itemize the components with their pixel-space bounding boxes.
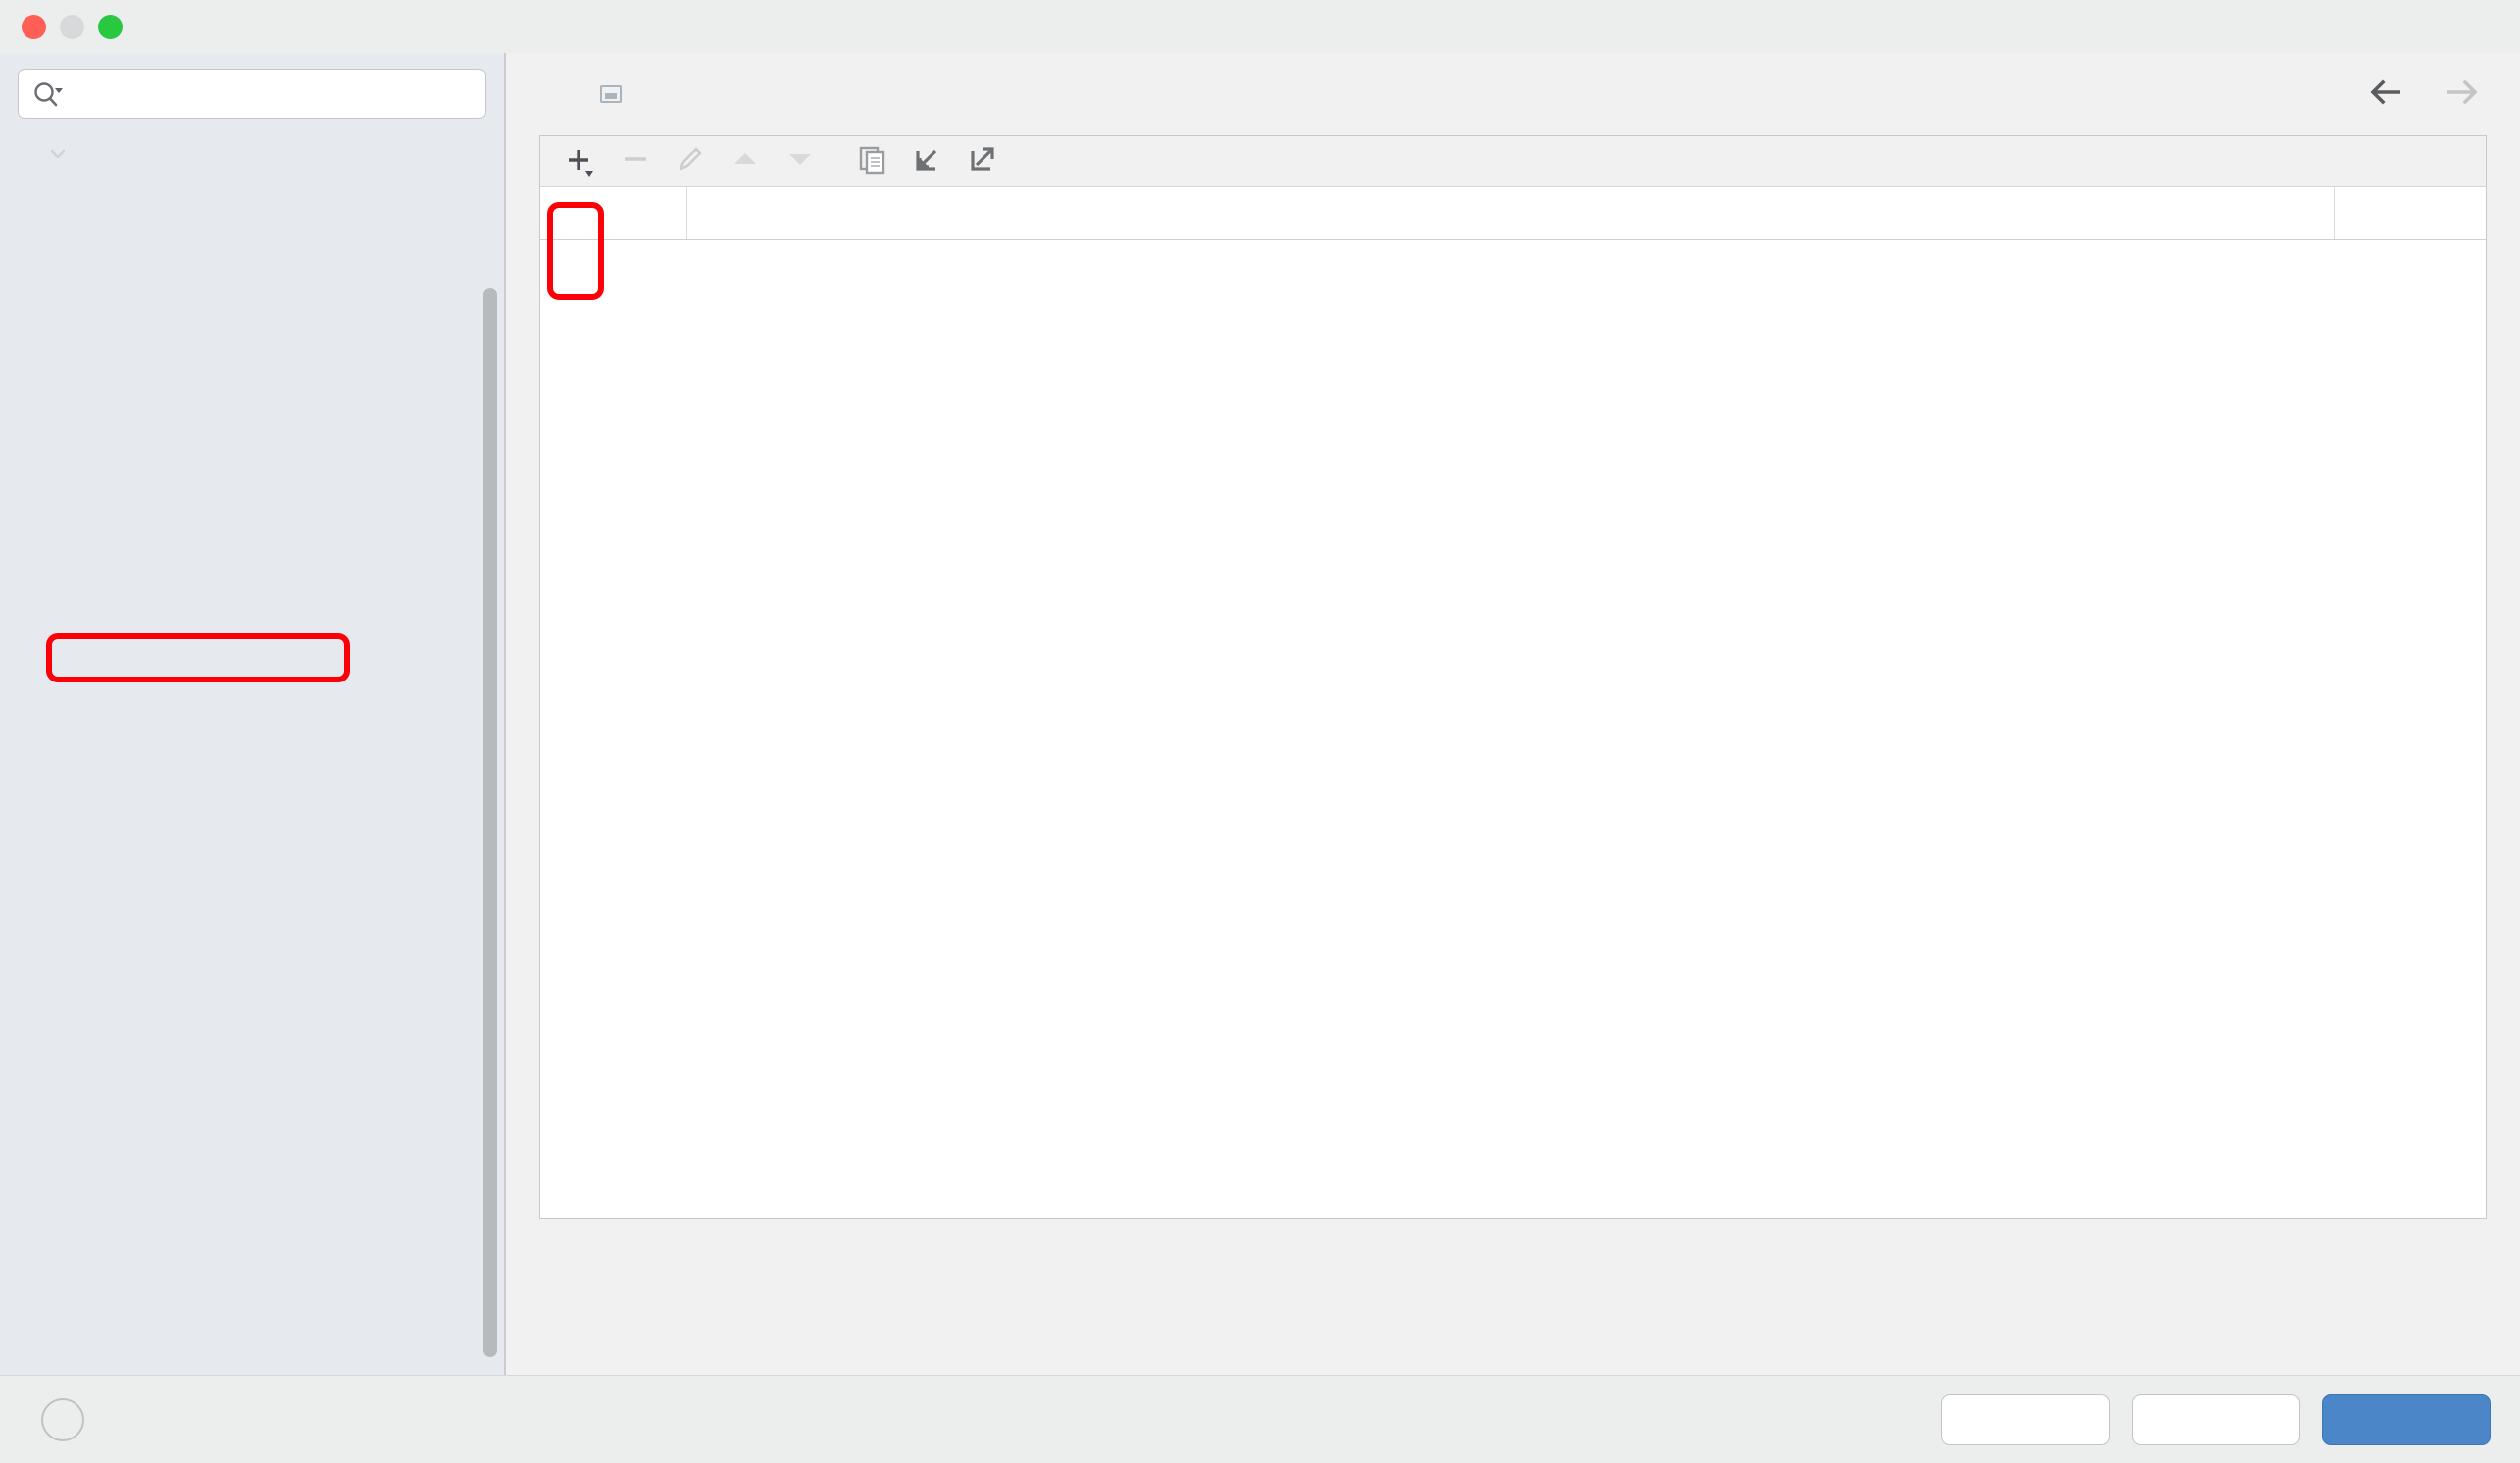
sidebar-item-editor[interactable] <box>0 130 504 177</box>
add-watcher-button[interactable] <box>556 140 605 183</box>
column-header-enabled[interactable] <box>540 187 687 239</box>
import-watchers-button[interactable] <box>903 140 952 183</box>
plus-icon <box>563 144 598 179</box>
table-header <box>540 187 2486 240</box>
breadcrumb <box>539 53 2487 135</box>
settings-sidebar <box>0 53 506 1375</box>
export-icon <box>967 143 998 179</box>
minimize-button[interactable] <box>60 15 84 39</box>
column-header-name[interactable] <box>687 187 2335 239</box>
export-watchers-button[interactable] <box>958 140 1007 183</box>
zoom-button[interactable] <box>98 15 123 39</box>
dialog-footer <box>0 1375 2520 1463</box>
remove-watcher-button[interactable] <box>611 140 660 183</box>
settings-content <box>506 53 2520 1375</box>
settings-tree <box>0 128 504 1375</box>
window-body <box>0 53 2520 1375</box>
table-body <box>540 240 2486 1218</box>
footer-buttons <box>1941 1394 2491 1445</box>
project-scope-icon <box>600 85 622 103</box>
move-down-button[interactable] <box>776 140 825 183</box>
panel-description <box>539 1219 2487 1235</box>
settings-window <box>0 0 2520 1463</box>
search-input[interactable] <box>18 69 486 119</box>
help-button[interactable] <box>41 1398 84 1441</box>
copy-watcher-button[interactable] <box>848 140 897 183</box>
arrow-up-icon <box>731 144 760 178</box>
forward-arrow-icon[interactable] <box>2444 77 2481 112</box>
cancel-button[interactable] <box>1941 1394 2110 1445</box>
copy-icon <box>857 143 888 179</box>
minus-icon <box>621 144 650 178</box>
search-icon <box>32 80 64 108</box>
close-button[interactable] <box>22 15 46 39</box>
import-icon <box>912 143 943 179</box>
watchers-toolbar <box>540 136 2486 187</box>
arrow-down-icon <box>785 144 815 178</box>
column-header-level[interactable] <box>2335 187 2486 239</box>
title-bar <box>0 0 2520 53</box>
file-watchers-panel <box>539 135 2487 1219</box>
sidebar-scrollbar[interactable] <box>483 288 497 1357</box>
ok-button[interactable] <box>2322 1394 2491 1445</box>
move-up-button[interactable] <box>721 140 770 183</box>
edit-watcher-button[interactable] <box>666 140 715 183</box>
window-controls <box>0 15 123 39</box>
pencil-icon <box>676 144 705 178</box>
search-container <box>0 53 504 128</box>
navigation-arrows <box>2367 77 2487 112</box>
chevron-down-icon[interactable] <box>41 144 75 164</box>
back-arrow-icon[interactable] <box>2367 77 2404 112</box>
apply-button[interactable] <box>2132 1394 2300 1445</box>
